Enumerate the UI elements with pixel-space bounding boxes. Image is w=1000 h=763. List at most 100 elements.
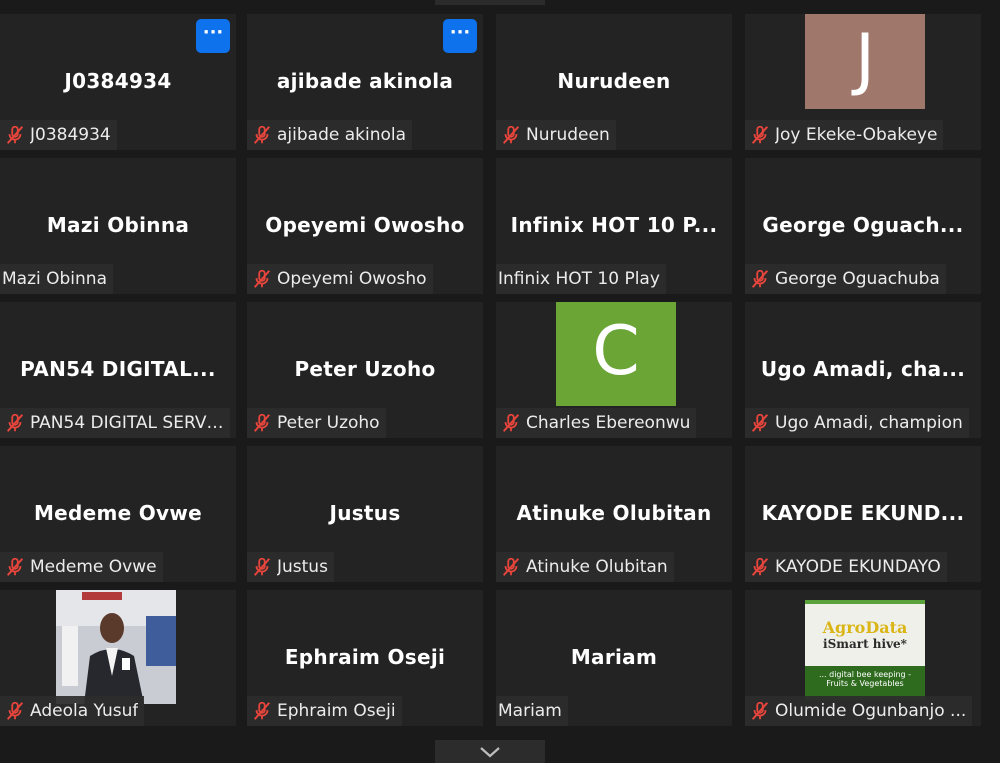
participant-label-text: Justus — [277, 557, 328, 577]
participant-tile[interactable]: Infinix HOT 10 P... Infinix HOT 10 Play — [496, 158, 732, 294]
participant-label-text: PAN54 DIGITAL SERVI... — [30, 413, 224, 433]
participant-label-text: Adeola Yusuf — [30, 701, 139, 721]
participant-label-text: Mazi Obinna — [2, 269, 107, 289]
participant-name-label: Joy Ekeke-Obakeye — [745, 120, 944, 150]
participant-display-name: Mariam — [570, 645, 658, 669]
participant-tile[interactable]: AgroData iSmart hive* ... digital bee keep… — [745, 590, 981, 726]
muted-mic-icon — [751, 269, 769, 288]
participant-name-label: George Oguachuba — [745, 264, 946, 294]
chevron-down-icon — [480, 747, 500, 758]
photo-title: AgroData — [822, 618, 908, 637]
muted-mic-icon — [253, 701, 271, 720]
participant-name-label: Nurudeen — [496, 120, 616, 150]
participant-tile[interactable]: Opeyemi Owosho Opeyemi Owosho — [247, 158, 483, 294]
muted-mic-icon — [253, 557, 271, 576]
participant-display-name: ajibade akinola — [276, 69, 454, 93]
participant-tile[interactable]: J0384934 ··· J0384934 — [0, 14, 236, 150]
participant-label-text: Peter Uzoho — [277, 413, 380, 433]
participant-label-text: George Oguachuba — [775, 269, 940, 289]
participant-label-text: Opeyemi Owosho — [277, 269, 427, 289]
participant-name-label: Peter Uzoho — [247, 408, 386, 438]
muted-mic-icon — [751, 125, 769, 144]
muted-mic-icon — [751, 413, 769, 432]
participant-name-label: Ugo Amadi, champion — [745, 408, 969, 438]
participant-display-name: Medeme Ovwe — [33, 501, 203, 525]
participant-tile[interactable]: Mazi Obinna Mazi Obinna — [0, 158, 236, 294]
participant-display-name: Infinix HOT 10 P... — [510, 213, 718, 237]
participant-tile[interactable]: Adeola Yusuf — [0, 590, 236, 726]
participant-label-text: Atinuke Olubitan — [526, 557, 668, 577]
muted-mic-icon — [502, 557, 520, 576]
collapse-button[interactable] — [435, 740, 545, 763]
participant-photo — [56, 590, 176, 704]
participant-name-label: PAN54 DIGITAL SERVI... — [0, 408, 230, 438]
participant-label-text: Ugo Amadi, champion — [775, 413, 963, 433]
participant-tile[interactable]: Atinuke Olubitan Atinuke Olubitan — [496, 446, 732, 582]
participant-display-name: Justus — [329, 501, 401, 525]
participant-display-name: Nurudeen — [557, 69, 671, 93]
participant-tile[interactable]: Ephraim Oseji Ephraim Oseji — [247, 590, 483, 726]
muted-mic-icon — [6, 701, 24, 720]
participant-tile[interactable]: Peter Uzoho Peter Uzoho — [247, 302, 483, 438]
participant-display-name: Opeyemi Owosho — [265, 213, 465, 237]
photo-caption: ... digital bee keeping - — [818, 670, 912, 679]
participant-tile[interactable]: Justus Justus — [247, 446, 483, 582]
photo-caption: Fruits & Vegetables — [826, 679, 904, 688]
participant-tile[interactable]: Ugo Amadi, cha... Ugo Amadi, champion — [745, 302, 981, 438]
participant-label-text: ajibade akinola — [277, 125, 407, 145]
participant-name-label: Opeyemi Owosho — [247, 264, 433, 294]
avatar: C — [556, 302, 676, 406]
participant-tile[interactable]: Mariam Mariam — [496, 590, 732, 726]
muted-mic-icon — [253, 269, 271, 288]
participant-label-text: Infinix HOT 10 Play — [498, 269, 660, 289]
participant-name-label: Infinix HOT 10 Play — [496, 264, 666, 294]
participant-name-label: Adeola Yusuf — [0, 696, 145, 726]
participant-label-text: Charles Ebereonwu — [526, 413, 691, 433]
participant-name-label: Olumide Ogunbanjo ... — [745, 696, 973, 726]
participant-label-text: Ephraim Oseji — [277, 701, 396, 721]
participant-tile[interactable]: George Oguach... George Oguachuba — [745, 158, 981, 294]
participant-label-text: Olumide Ogunbanjo ... — [775, 701, 967, 721]
participant-tile[interactable]: J Joy Ekeke-Obakeye — [745, 14, 981, 150]
photo-subtitle: iSmart hive* — [823, 637, 907, 651]
muted-mic-icon — [6, 125, 24, 144]
muted-mic-icon — [6, 413, 24, 432]
participant-name-label: Atinuke Olubitan — [496, 552, 674, 582]
participant-display-name: Peter Uzoho — [294, 357, 436, 381]
participant-display-name: George Oguach... — [762, 213, 964, 237]
participant-tile[interactable]: Medeme Ovwe Medeme Ovwe — [0, 446, 236, 582]
participant-display-name: J0384934 — [64, 69, 172, 93]
participant-label-text: Nurudeen — [526, 125, 610, 145]
participant-name-label: Mariam — [496, 696, 568, 726]
participant-display-name: Atinuke Olubitan — [516, 501, 712, 525]
participant-name-label: Mazi Obinna — [0, 264, 113, 294]
participant-label-text: J0384934 — [30, 125, 111, 145]
participant-name-label: ajibade akinola — [247, 120, 413, 150]
muted-mic-icon — [253, 125, 271, 144]
muted-mic-icon — [502, 125, 520, 144]
participant-tile[interactable]: KAYODE EKUND... KAYODE EKUNDAYO — [745, 446, 981, 582]
participant-label-text: Medeme Ovwe — [30, 557, 157, 577]
muted-mic-icon — [751, 701, 769, 720]
participant-tile[interactable]: Nurudeen Nurudeen — [496, 14, 732, 150]
participant-label-text: KAYODE EKUNDAYO — [775, 557, 941, 577]
avatar: J — [805, 14, 925, 109]
participant-display-name: KAYODE EKUND... — [761, 501, 965, 525]
participant-display-name: Ephraim Oseji — [284, 645, 446, 669]
participant-display-name: PAN54 DIGITAL... — [20, 357, 216, 381]
participant-name-label: Medeme Ovwe — [0, 552, 163, 582]
participant-label-text: Mariam — [498, 701, 562, 721]
participant-label-text: Joy Ekeke-Obakeye — [775, 125, 938, 145]
more-options-button[interactable]: ··· — [443, 19, 477, 53]
muted-mic-icon — [502, 413, 520, 432]
participant-display-name: Ugo Amadi, cha... — [760, 357, 966, 381]
participant-name-label: Justus — [247, 552, 334, 582]
participant-name-label: J0384934 — [0, 120, 117, 150]
participant-tile[interactable]: PAN54 DIGITAL... PAN54 DIGITAL SERVI... — [0, 302, 236, 438]
more-options-button[interactable]: ··· — [196, 19, 230, 53]
muted-mic-icon — [751, 557, 769, 576]
participant-photo: AgroData iSmart hive* ... digital bee keep… — [805, 600, 925, 700]
participant-name-label: Ephraim Oseji — [247, 696, 402, 726]
participant-tile[interactable]: C Charles Ebereonwu — [496, 302, 732, 438]
participant-tile[interactable]: ajibade akinola ··· ajibade akinola — [247, 14, 483, 150]
